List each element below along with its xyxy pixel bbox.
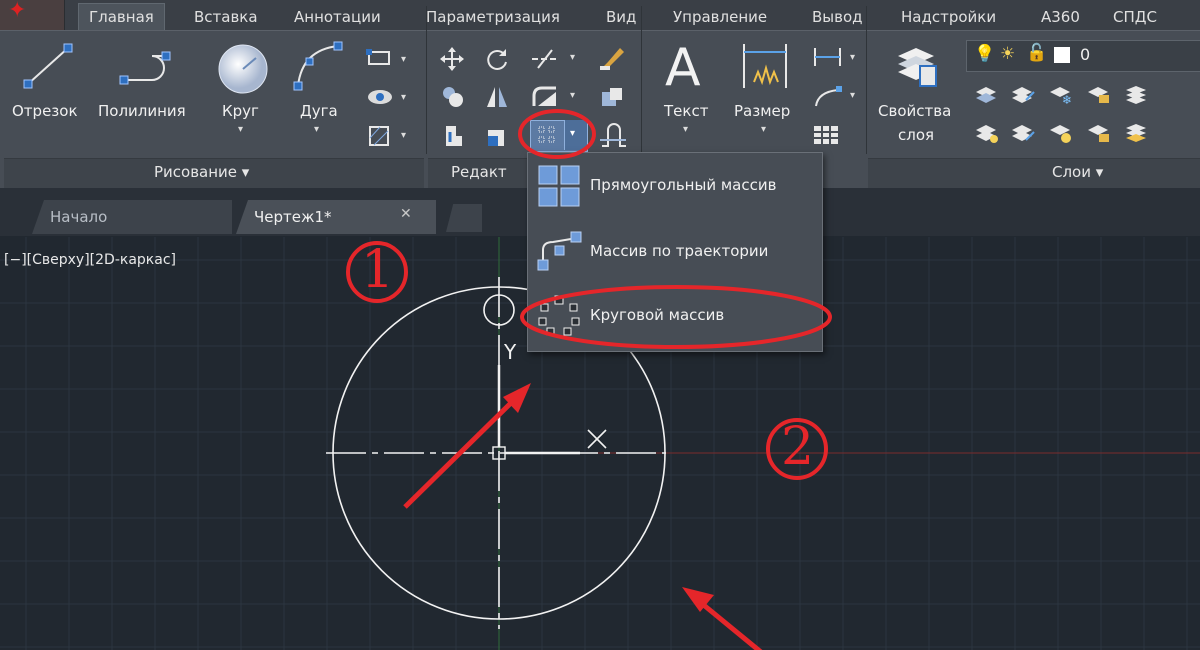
arc-icon[interactable] (292, 40, 346, 94)
layer-freeze-icon[interactable]: ❄ (1048, 84, 1074, 106)
path-array-label: Массив по траектории (590, 242, 769, 260)
menu-item-rectangular-array[interactable]: Прямоугольный массив (527, 158, 821, 214)
menu-item-path-array[interactable]: Массив по траектории (527, 224, 821, 280)
rectangular-array-label: Прямоугольный массив (590, 176, 777, 194)
layer-tool-icon[interactable] (1124, 122, 1150, 144)
chevron-down-icon: ▾ (570, 128, 576, 139)
draw-panel-title[interactable]: Рисование ▾ (154, 163, 249, 181)
tab-addins[interactable]: Надстройки (901, 5, 996, 29)
text-icon[interactable]: A (665, 38, 701, 98)
tab-view[interactable]: Вид (606, 5, 636, 29)
scale-icon[interactable] (484, 122, 510, 150)
ribbon-tab-strip (0, 0, 1200, 30)
layer-unlock-icon[interactable] (1086, 122, 1112, 144)
circle-button-label[interactable]: Круг (222, 102, 259, 120)
hatch-icon[interactable] (366, 124, 394, 148)
layer-tool-icon[interactable] (1048, 122, 1074, 144)
dropdown-arrow-icon[interactable]: ▾ (401, 54, 406, 65)
dropdown-arrow-icon[interactable]: ▾ (850, 52, 855, 63)
dropdown-arrow-icon[interactable]: ▾ (570, 90, 575, 101)
fillet-icon[interactable] (530, 84, 560, 110)
layer-properties-label-1[interactable]: Свойства (878, 102, 951, 120)
rectangle-icon[interactable] (366, 48, 394, 68)
tab-annotate[interactable]: Аннотации (294, 5, 381, 29)
tab-spds[interactable]: СПДС (1113, 5, 1157, 29)
layer-tool-icon[interactable] (974, 122, 1000, 144)
arc-dropdown-icon[interactable]: ▾ (314, 124, 319, 135)
tab-start[interactable]: Начало (32, 200, 232, 234)
dimension-dropdown-icon[interactable]: ▾ (761, 124, 766, 135)
copy-icon[interactable] (440, 84, 466, 110)
layers-panel-titlebar[interactable] (868, 158, 1200, 189)
layer-lock-icon[interactable] (1086, 84, 1112, 106)
layer-tool-icon[interactable] (1010, 84, 1036, 106)
annotation-number-2: 2 (781, 417, 815, 477)
erase-icon[interactable] (598, 44, 626, 72)
panel-divider (866, 6, 867, 154)
polyline-icon[interactable] (118, 44, 180, 90)
dimension-button-label[interactable]: Размер (734, 102, 790, 120)
hatch-eye-icon[interactable] (366, 86, 394, 108)
tab-a360[interactable]: А360 (1041, 5, 1080, 29)
autocad-logo-icon: ✦ (8, 0, 27, 23)
tab-parametric[interactable]: Параметризация (426, 5, 560, 29)
unlock-icon[interactable]: 🔓 (1026, 43, 1047, 63)
dropdown-arrow-icon[interactable]: ▾ (570, 52, 575, 63)
arc-button-label[interactable]: Дуга (300, 102, 338, 120)
panel-divider (641, 6, 642, 154)
rotate-icon[interactable] (484, 46, 510, 72)
layer-properties-icon[interactable] (894, 42, 940, 90)
layers-panel-title[interactable]: Слои ▾ (1052, 163, 1103, 181)
panel-divider (426, 6, 427, 154)
text-dropdown-icon[interactable]: ▾ (683, 124, 688, 135)
move-icon[interactable] (439, 46, 465, 72)
tab-insert[interactable]: Вставка (194, 5, 258, 29)
explode-icon[interactable] (598, 84, 626, 110)
layer-tool-icon[interactable] (1124, 84, 1150, 106)
stretch-icon[interactable] (440, 122, 466, 150)
viewport-controls[interactable]: [−][Сверху][2D-каркас] (4, 252, 176, 268)
text-button-label[interactable]: Текст (664, 102, 708, 120)
rectangular-array-icon (538, 165, 580, 207)
ucs-y-label: Y (504, 340, 517, 364)
dimension-icon[interactable] (740, 42, 792, 92)
modify-panel-title[interactable]: Редакт (451, 163, 507, 181)
polyline-button-label[interactable]: Полилиния (98, 102, 186, 120)
trim-icon[interactable] (528, 46, 562, 72)
table-icon[interactable] (812, 124, 840, 146)
polar-array-label: Круговой массив (590, 306, 725, 324)
layer-color-swatch[interactable] (1054, 47, 1070, 63)
sun-icon[interactable]: ☀ (1000, 44, 1015, 64)
tab-home[interactable]: Главная (78, 3, 165, 31)
path-array-icon (537, 231, 582, 271)
mirror-icon[interactable] (484, 84, 510, 110)
circle-icon[interactable] (216, 42, 270, 96)
layer-properties-label-2[interactable]: слоя (898, 126, 934, 144)
tab-output[interactable]: Вывод (812, 5, 863, 29)
annotation-number-1: 1 (361, 240, 395, 300)
layer-tool-icon[interactable] (1010, 122, 1036, 144)
app-menu-button[interactable]: ✦ (0, 0, 65, 30)
dropdown-arrow-icon[interactable]: ▾ (850, 90, 855, 101)
offset-icon[interactable] (598, 122, 628, 150)
linear-dimension-icon[interactable] (812, 46, 844, 68)
line-icon[interactable] (22, 40, 74, 92)
close-tab-icon[interactable]: ✕ (400, 206, 412, 222)
circle-dropdown-icon[interactable]: ▾ (238, 124, 243, 135)
array-dropdown-button[interactable] (564, 120, 587, 150)
dropdown-arrow-icon[interactable]: ▾ (401, 130, 406, 141)
layer-tool-icon[interactable] (974, 84, 1000, 106)
menu-item-polar-array[interactable]: Круговой массив (527, 288, 821, 344)
polar-array-icon (538, 295, 580, 336)
dropdown-arrow-icon[interactable]: ▾ (401, 92, 406, 103)
lightbulb-icon[interactable]: 💡 (974, 44, 995, 64)
svg-text:❄: ❄ (1062, 93, 1072, 106)
line-button-label[interactable]: Отрезок (12, 102, 78, 120)
current-layer-name: 0 (1080, 45, 1091, 64)
rectangular-array-small-icon (538, 126, 555, 143)
leader-icon[interactable] (812, 84, 844, 108)
tab-manage[interactable]: Управление (673, 5, 767, 29)
